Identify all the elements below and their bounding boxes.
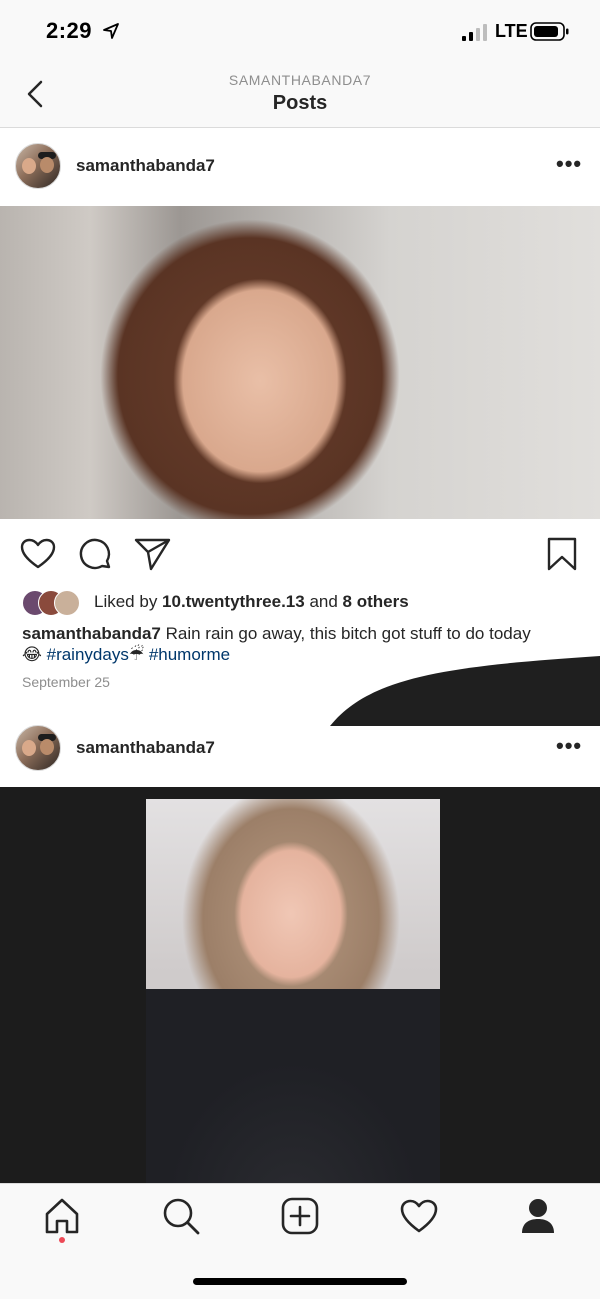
heart-icon[interactable]: [20, 538, 56, 570]
likes-connector: and: [304, 592, 343, 611]
post-date: September 25: [22, 674, 110, 690]
home-icon[interactable]: [40, 1194, 84, 1238]
liker-avatar: [54, 590, 80, 616]
profile-icon[interactable]: [516, 1194, 560, 1238]
notification-dot: [59, 1237, 65, 1243]
photo-top-shape: [146, 989, 440, 1183]
hashtag-link[interactable]: #rainydays: [47, 645, 129, 664]
avatar[interactable]: [15, 725, 61, 771]
location-arrow-icon: [103, 23, 119, 39]
caption-text: Rain rain go away, this bitch got stuff …: [160, 624, 531, 643]
page-title: Posts: [272, 92, 328, 114]
comment-icon[interactable]: [78, 537, 114, 573]
battery-icon: [530, 22, 569, 41]
more-icon[interactable]: •••: [556, 733, 582, 759]
post-photo[interactable]: [0, 206, 600, 726]
post-username[interactable]: samanthabanda7: [76, 156, 215, 176]
post-username[interactable]: samanthabanda7: [76, 738, 215, 758]
likes-summary[interactable]: Liked by 10.twentythree.13 and 8 others: [94, 592, 409, 612]
hashtag-link[interactable]: #humorme: [149, 645, 230, 664]
liked-by-avatars[interactable]: [22, 590, 90, 616]
profile-username-header: SAMANTHABANDA7: [228, 72, 372, 88]
post-photo[interactable]: [146, 799, 440, 1183]
post-caption: samanthabanda7 Rain rain go away, this b…: [22, 623, 582, 665]
more-icon[interactable]: •••: [556, 151, 582, 177]
likes-prefix: Liked by: [94, 592, 163, 611]
search-icon[interactable]: [159, 1194, 203, 1238]
likes-others-count[interactable]: 8 others: [343, 592, 409, 611]
status-time: 2:29: [46, 18, 93, 43]
send-icon[interactable]: [134, 537, 172, 571]
add-icon[interactable]: [278, 1194, 322, 1238]
bookmark-icon[interactable]: [546, 536, 578, 572]
cellular-signal-icon: [462, 24, 487, 41]
avatar[interactable]: [15, 143, 61, 189]
network-type: LTE: [495, 21, 528, 41]
caption-username[interactable]: samanthabanda7: [22, 624, 161, 643]
umbrella-emoji: ☔: [128, 645, 145, 664]
liked-by-username[interactable]: 10.twentythree.13: [162, 592, 305, 611]
home-indicator[interactable]: [193, 1278, 407, 1285]
laughing-emoji: 😂: [22, 645, 42, 664]
activity-heart-icon[interactable]: [397, 1194, 441, 1238]
